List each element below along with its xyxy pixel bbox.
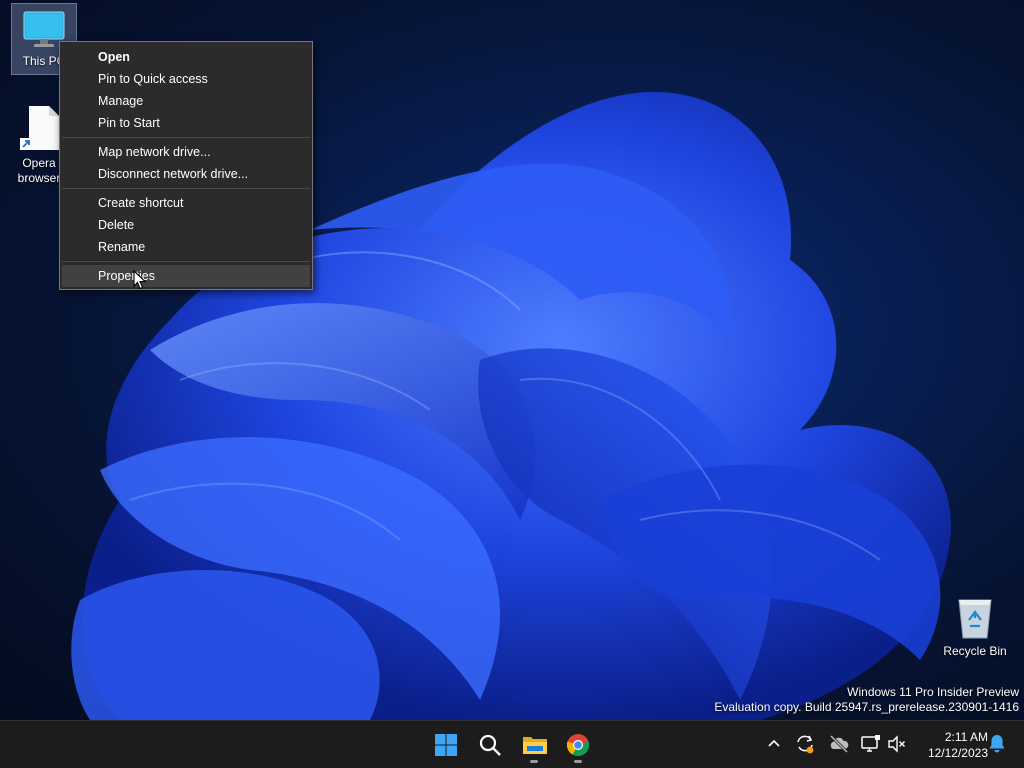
recycle-bin-icon (958, 599, 992, 639)
search-icon (479, 734, 501, 756)
desktop[interactable]: This PC Opera browser Recycle Bin Open P… (0, 0, 1024, 720)
menu-item-properties[interactable]: Properties (62, 265, 310, 287)
menu-item-pin-to-quick-access[interactable]: Pin to Quick access (62, 68, 310, 90)
watermark-line-2: Evaluation copy. Build 25947.rs_prerelea… (714, 700, 1019, 714)
menu-item-delete[interactable]: Delete (62, 214, 310, 236)
evaluation-watermark: Windows 11 Pro Insider Preview Evaluatio… (714, 685, 1019, 715)
taskbar: 2:11 AM 12/12/2023 (0, 720, 1024, 768)
windows-start-icon (435, 734, 457, 756)
file-explorer-button[interactable] (514, 725, 554, 765)
running-indicator (574, 760, 582, 763)
chevron-up-icon[interactable] (766, 733, 782, 753)
network-icon[interactable] (860, 733, 882, 755)
sync-icon[interactable] (795, 733, 815, 755)
menu-item-open[interactable]: Open (62, 46, 310, 68)
document-shortcut-icon (20, 106, 59, 150)
clock-date: 12/12/2023 (927, 746, 988, 760)
clock-time: 2:11 AM (944, 730, 988, 744)
menu-item-disconnect-network-drive[interactable]: Disconnect network drive... (62, 163, 310, 185)
menu-item-manage[interactable]: Manage (62, 90, 310, 112)
running-indicator (530, 760, 538, 763)
start-button[interactable] (426, 725, 466, 765)
taskbar-clock[interactable]: 2:11 AM 12/12/2023 (912, 729, 988, 761)
menu-item-create-shortcut[interactable]: Create shortcut (62, 192, 310, 214)
desktop-icon-label: Recycle Bin (943, 644, 1007, 658)
chrome-button[interactable] (558, 725, 598, 765)
bell-icon[interactable] (988, 733, 1006, 755)
chrome-icon (566, 734, 590, 757)
menu-item-map-network-drive[interactable]: Map network drive... (62, 141, 310, 163)
menu-separator (62, 261, 310, 262)
menu-item-rename[interactable]: Rename (62, 236, 310, 258)
watermark-line-1: Windows 11 Pro Insider Preview (847, 685, 1019, 699)
menu-item-pin-to-start[interactable]: Pin to Start (62, 112, 310, 134)
menu-separator (62, 188, 310, 189)
context-menu: Open Pin to Quick access Manage Pin to S… (59, 41, 313, 290)
search-button[interactable] (470, 725, 510, 765)
mouse-cursor-icon (133, 270, 147, 290)
menu-separator (62, 137, 310, 138)
desktop-icon-recycle-bin[interactable]: Recycle Bin (938, 596, 1012, 659)
cloud-offline-icon[interactable] (828, 733, 850, 755)
volume-muted-icon[interactable] (886, 733, 908, 755)
file-explorer-icon (523, 737, 547, 754)
